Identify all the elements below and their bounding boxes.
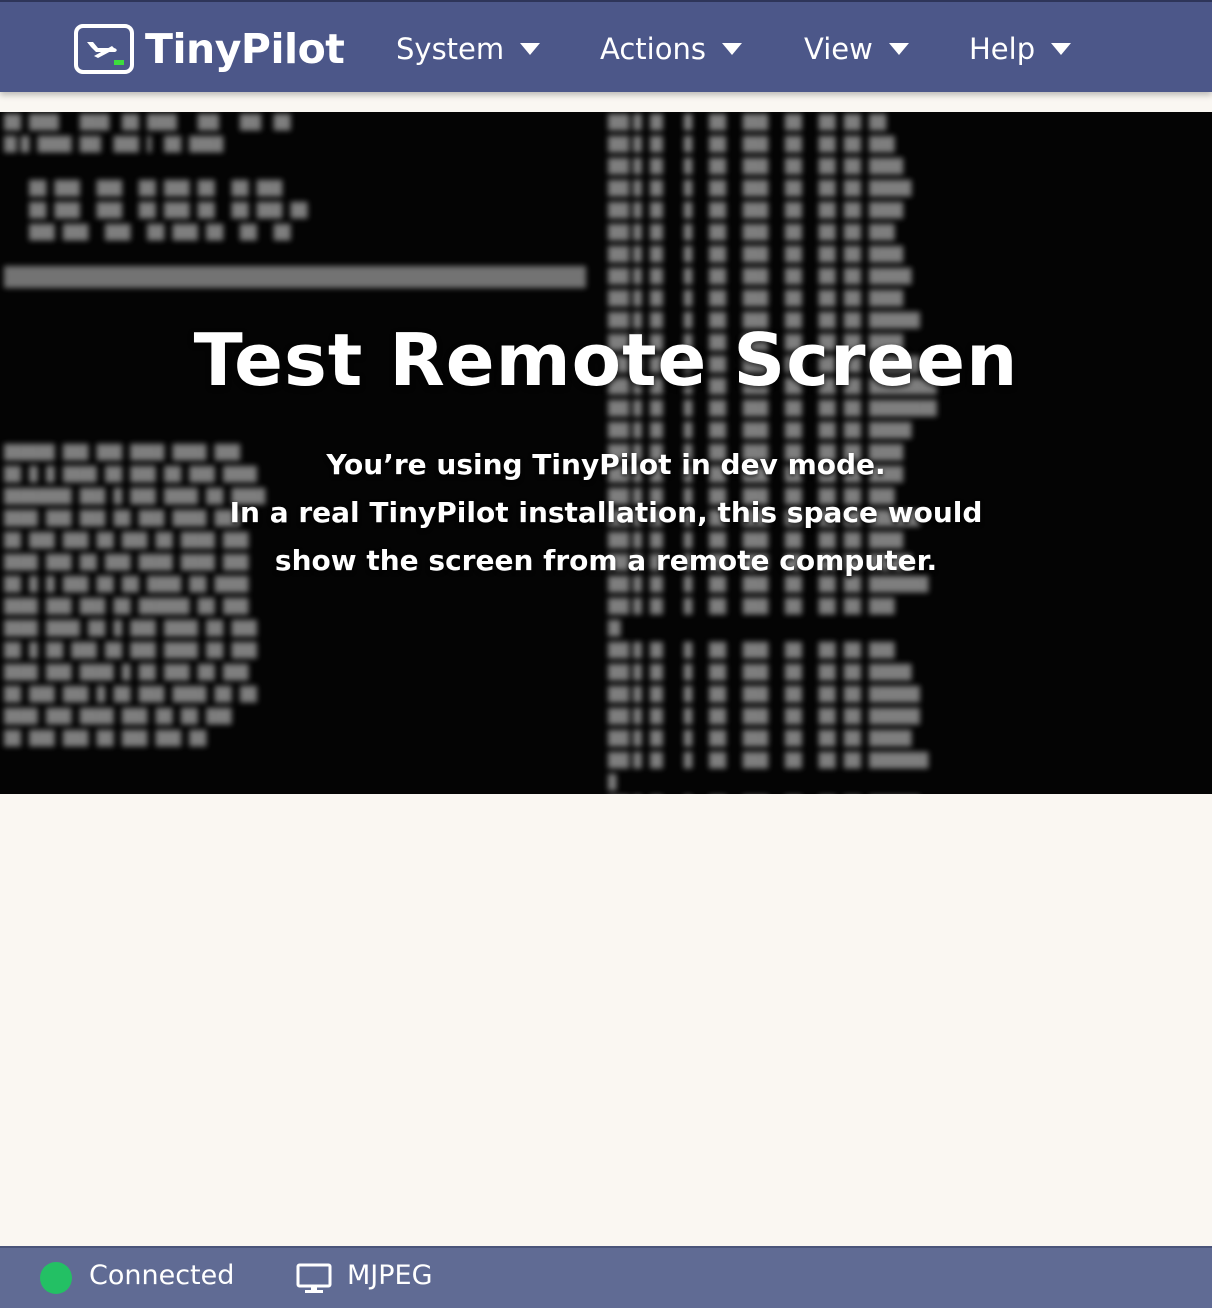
menu-system[interactable]: System — [396, 29, 541, 69]
monitor-icon[interactable] — [296, 1263, 332, 1299]
caret-down-icon — [721, 43, 742, 55]
screen-title: Test Remote Screen — [193, 318, 1019, 402]
connection-status-indicator — [40, 1262, 72, 1294]
caret-down-icon — [520, 43, 541, 55]
remote-screen[interactable]: ██ ███▌ ███▌ ██ ███▌ ██▌ ██▌ ██ █▌█ ████… — [0, 112, 1212, 794]
brand-logo[interactable]: TinyPilot — [74, 22, 345, 76]
airplane-screen-icon — [74, 24, 134, 74]
status-bar: Connected MJPEG — [0, 1246, 1212, 1308]
connection-status-label: Connected — [89, 1260, 235, 1291]
dev-mode-message-line-2: In a real TinyPilot installation, this s… — [229, 496, 983, 529]
menu-actions[interactable]: Actions — [600, 29, 742, 69]
menu-system-label: System — [396, 32, 505, 66]
caret-down-icon — [888, 43, 909, 55]
menu-actions-label: Actions — [600, 32, 706, 66]
dev-mode-message-line-1: You’re using TinyPilot in dev mode. — [326, 448, 886, 481]
navbar: TinyPilot System Actions View Help — [0, 0, 1212, 92]
dev-mode-message-line-3: show the screen from a remote computer. — [274, 544, 938, 577]
caret-down-icon — [1051, 43, 1072, 55]
menu-view-label: View — [804, 32, 873, 66]
menu-help[interactable]: Help — [969, 29, 1072, 69]
stream-mode-label[interactable]: MJPEG — [347, 1260, 433, 1291]
brand-name: TinyPilot — [145, 25, 345, 73]
menu-view[interactable]: View — [804, 29, 909, 69]
menu-help-label: Help — [969, 32, 1036, 66]
